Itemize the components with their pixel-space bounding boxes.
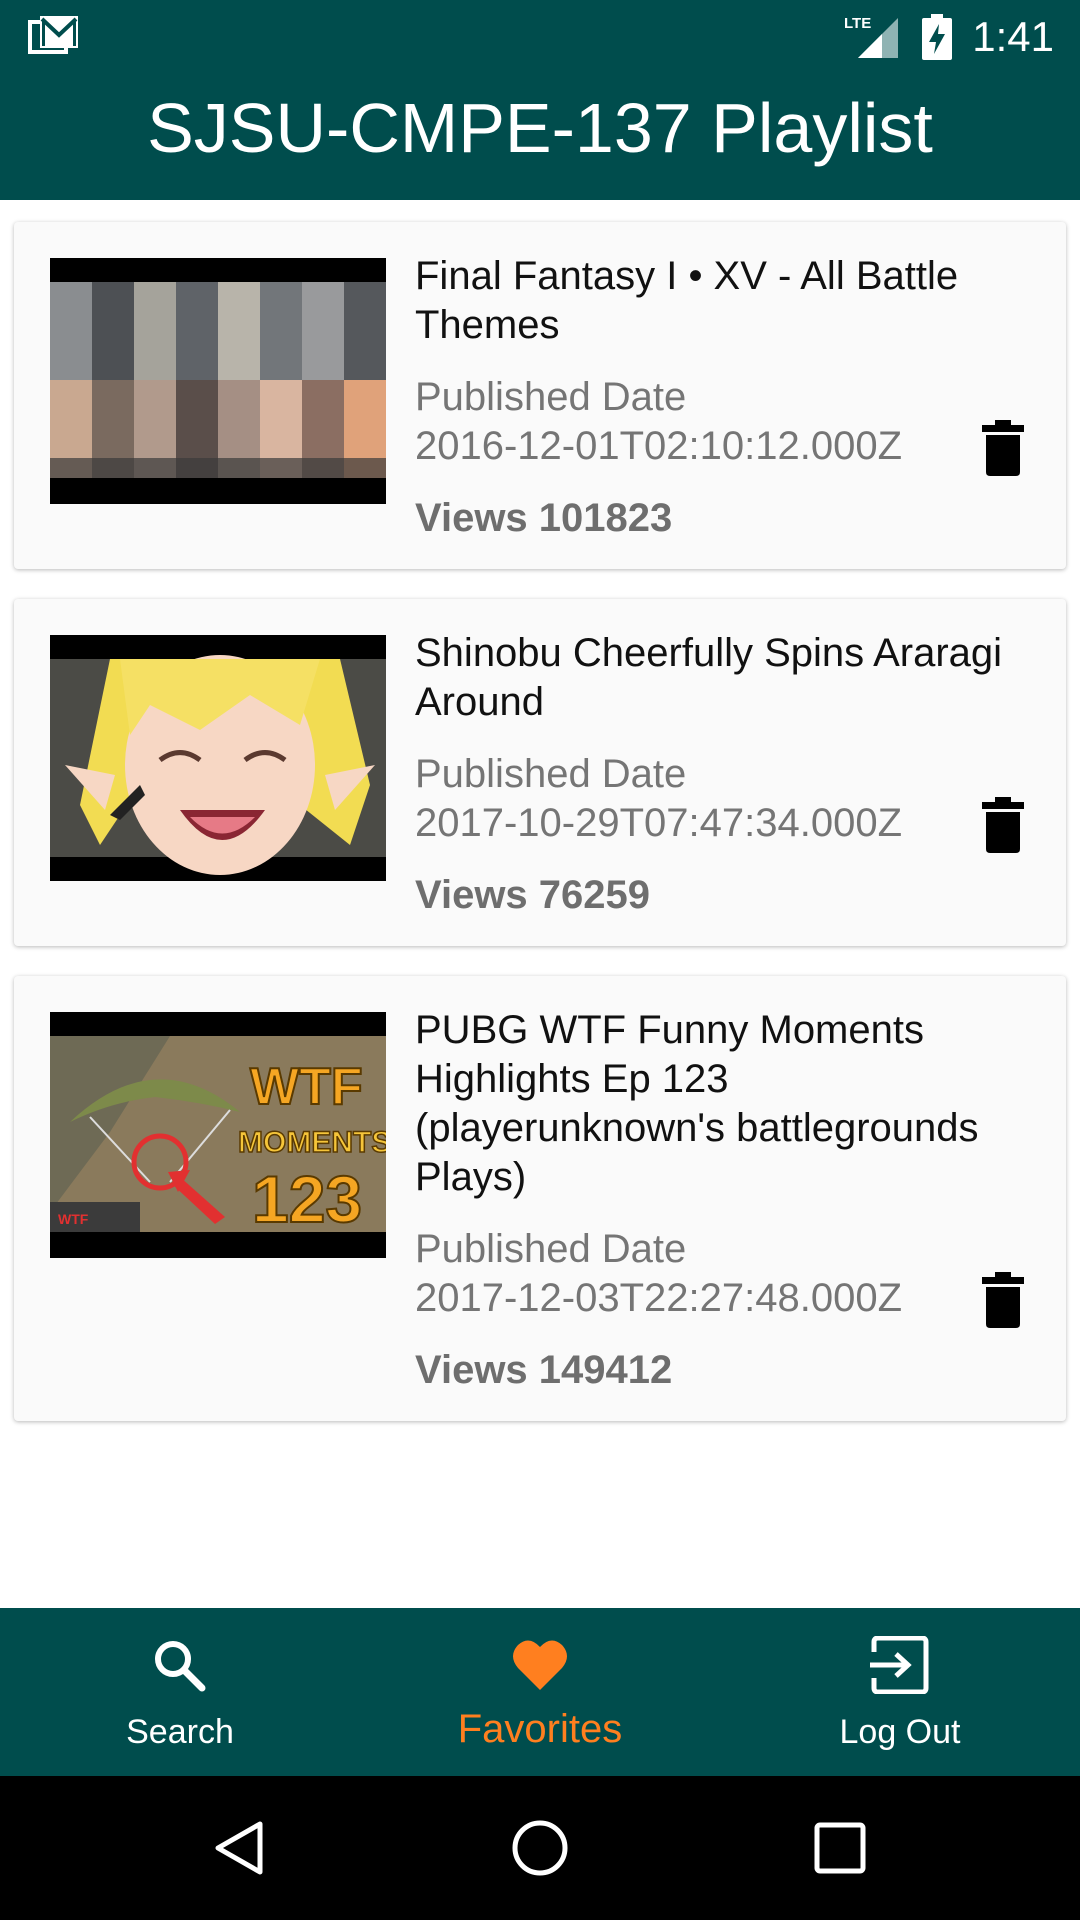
published-date: 2016-12-01T02:10:12.000Z [415,424,903,468]
view-count: Views 76259 [415,873,651,917]
video-thumbnail[interactable]: WTF WTF MOMENTS 123 [50,1012,386,1258]
trash-icon[interactable] [982,1272,1024,1328]
video-card[interactable]: WTF WTF MOMENTS 123 PUBG WTF Funny Momen… [14,976,1066,1421]
gmail-icon [28,16,78,54]
heart-icon [513,1640,567,1690]
published-label: Published Date [415,375,687,419]
nav-label-search: Search [126,1713,234,1751]
published-date: 2017-10-29T07:47:34.000Z [415,801,903,845]
thumbnail-text: MOMENTS [238,1126,386,1159]
screen: LTE 1:41 SJSU-CMPE-137 Playlist Final Fa… [0,0,1080,1920]
thumbnail-badge-text: WTF [58,1211,89,1227]
battery-charging-icon [922,14,952,60]
video-list: Final Fantasy I • XV - All Battle Themes… [14,222,1066,1451]
video-card[interactable]: Shinobu Cheerfully Spins Araragi Around … [14,599,1066,946]
video-card[interactable]: Final Fantasy I • XV - All Battle Themes… [14,222,1066,569]
trash-icon[interactable] [982,797,1024,853]
video-info: PUBG WTF Funny Moments Highlights Ep 123… [415,1006,1035,1395]
video-info: Final Fantasy I • XV - All Battle Themes… [415,252,1035,543]
page-title: SJSU-CMPE-137 Playlist [147,89,933,167]
back-icon[interactable] [210,1818,270,1878]
app-bar: LTE 1:41 SJSU-CMPE-137 Playlist [0,0,1080,200]
search-icon [155,1641,206,1692]
published-label: Published Date [415,1227,687,1271]
view-count: Views 149412 [415,1348,673,1392]
home-icon[interactable] [510,1818,570,1878]
video-title: Shinobu Cheerfully Spins Araragi Around [415,631,1003,724]
logout-icon [870,1636,929,1694]
published-date: 2017-12-03T22:27:48.000Z [415,1276,903,1320]
nav-label-favorites: Favorites [457,1707,623,1751]
video-title: Final Fantasy I • XV - All Battle Themes [415,254,959,347]
view-count: Views 101823 [415,496,673,540]
nav-label-logout: Log Out [839,1713,961,1751]
video-thumbnail[interactable] [50,258,386,504]
svg-text:LTE: LTE [844,15,871,32]
lte-signal-icon: LTE [844,15,898,58]
system-navigation-bar [0,1776,1080,1920]
nav-item-favorites[interactable]: Favorites [360,1608,720,1776]
video-info: Shinobu Cheerfully Spins Araragi Around … [415,629,1035,920]
nav-item-search[interactable]: Search [0,1608,360,1776]
recents-icon[interactable] [810,1818,870,1878]
trash-icon[interactable] [982,420,1024,476]
thumbnail-text: WTF [250,1058,363,1116]
thumbnail-text: 123 [252,1162,362,1236]
video-thumbnail[interactable] [50,635,386,881]
bottom-navigation: Search Favorites Log Out [0,1608,1080,1776]
published-label: Published Date [415,752,687,796]
video-title: PUBG WTF Funny Moments Highlights Ep 123… [415,1008,979,1199]
status-time: 1:41 [972,13,1054,60]
status-bar: LTE 1:41 [0,0,1080,75]
nav-item-logout[interactable]: Log Out [720,1608,1080,1776]
